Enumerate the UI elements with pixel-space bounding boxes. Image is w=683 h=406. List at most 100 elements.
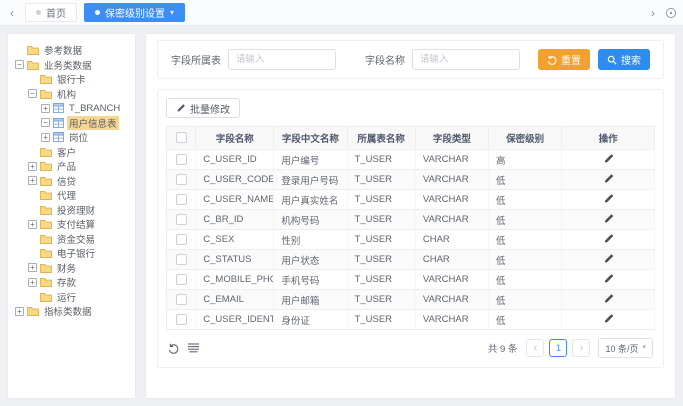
tree-node[interactable]: 银行卡 xyxy=(13,72,133,87)
tree-node[interactable]: + 岗位 xyxy=(13,130,133,145)
tree-node[interactable]: 代理 xyxy=(13,188,133,203)
expander-spacer xyxy=(15,46,24,55)
folder-icon xyxy=(27,306,39,316)
cell-table-name: T_USER xyxy=(347,190,415,210)
expand-plus-icon[interactable]: + xyxy=(28,278,37,287)
row-checkbox[interactable] xyxy=(176,254,187,265)
next-page-button[interactable]: › xyxy=(572,339,590,357)
expand-plus-icon[interactable]: + xyxy=(28,263,37,272)
tree-node-label[interactable]: 支付结算 xyxy=(55,217,97,231)
cell-field-name: C_MOBILE_PHONE xyxy=(196,270,274,290)
collapse-minus-icon[interactable]: − xyxy=(28,89,37,98)
prev-page-button[interactable]: ‹ xyxy=(526,339,544,357)
tree-node-label[interactable]: 代理 xyxy=(55,188,78,202)
expander-spacer xyxy=(28,75,37,84)
tab-menu-icon[interactable] xyxy=(665,7,677,19)
column-settings-icon[interactable] xyxy=(188,343,199,353)
chevron-down-icon[interactable]: ▾ xyxy=(170,9,174,17)
tree-node-label[interactable]: 岗位 xyxy=(67,130,90,144)
row-checkbox[interactable] xyxy=(176,154,187,165)
row-checkbox[interactable] xyxy=(176,174,187,185)
tree-node-label[interactable]: 用户信息表 xyxy=(67,116,119,130)
row-checkbox[interactable] xyxy=(176,194,187,205)
tab-home-label: 首页 xyxy=(46,5,66,20)
tree-node[interactable]: 资金交易 xyxy=(13,232,133,247)
tab-dot-icon xyxy=(36,10,41,15)
tree-node[interactable]: + 产品 xyxy=(13,159,133,174)
tree-node[interactable]: + T_BRANCH xyxy=(13,101,133,116)
field-name-input[interactable] xyxy=(412,49,520,70)
tree-node[interactable]: 投资理财 xyxy=(13,203,133,218)
tree-node-label[interactable]: 产品 xyxy=(55,159,78,173)
edit-pencil-icon[interactable] xyxy=(603,293,614,304)
edit-pencil-icon[interactable] xyxy=(603,213,614,224)
expand-plus-icon[interactable]: + xyxy=(28,176,37,185)
tree-node[interactable]: + 支付结算 xyxy=(13,217,133,232)
row-checkbox[interactable] xyxy=(176,314,187,325)
tree-node[interactable]: + 财务 xyxy=(13,261,133,276)
edit-pencil-icon[interactable] xyxy=(603,253,614,264)
tree-node[interactable]: 客户 xyxy=(13,145,133,160)
tree-node[interactable]: + 信贷 xyxy=(13,174,133,189)
edit-pencil-icon[interactable] xyxy=(603,313,614,324)
tree-node-label[interactable]: 电子银行 xyxy=(55,246,97,260)
tree-node-label[interactable]: 银行卡 xyxy=(55,72,88,86)
expand-plus-icon[interactable]: + xyxy=(41,104,50,113)
tree-node-label[interactable]: 指标类数据 xyxy=(42,304,94,318)
expand-plus-icon[interactable]: + xyxy=(41,133,50,142)
tree-node[interactable]: + 指标类数据 xyxy=(13,304,133,319)
table-footer: 共 9 条 ‹ 1 › 10 条/页 ▾ xyxy=(166,338,655,358)
tabs-scroll-left-icon[interactable]: ‹ xyxy=(6,6,18,20)
row-checkbox[interactable] xyxy=(176,234,187,245)
tree-node[interactable]: 运行 xyxy=(13,290,133,305)
select-all-checkbox[interactable] xyxy=(176,132,187,143)
tree-node-label[interactable]: 客户 xyxy=(55,145,78,159)
expand-plus-icon[interactable]: + xyxy=(28,220,37,229)
tree-node[interactable]: − 业务类数据 xyxy=(13,58,133,73)
tabs-scroll-right-icon[interactable]: › xyxy=(647,6,659,20)
tree-node-label[interactable]: 信贷 xyxy=(55,174,78,188)
batch-edit-button[interactable]: 批量修改 xyxy=(166,98,240,118)
search-icon xyxy=(607,55,617,65)
tree-node[interactable]: 电子银行 xyxy=(13,246,133,261)
page-size-select[interactable]: 10 条/页 ▾ xyxy=(598,338,653,358)
search-button[interactable]: 搜索 xyxy=(598,49,650,70)
tree-node-label[interactable]: 机构 xyxy=(55,87,78,101)
edit-pencil-icon[interactable] xyxy=(603,153,614,164)
cell-field-name: C_EMAIL xyxy=(196,290,274,310)
collapse-minus-icon[interactable]: − xyxy=(41,118,50,127)
tree-node-label[interactable]: 参考数据 xyxy=(42,43,84,57)
tree-node-label[interactable]: 资金交易 xyxy=(55,232,97,246)
row-checkbox[interactable] xyxy=(176,214,187,225)
tree-node-label[interactable]: 财务 xyxy=(55,261,78,275)
tree-node-label[interactable]: 投资理财 xyxy=(55,203,97,217)
refresh-icon[interactable] xyxy=(168,343,179,354)
reset-button[interactable]: 重置 xyxy=(538,49,590,70)
row-checkbox[interactable] xyxy=(176,294,187,305)
tree-node[interactable]: + 存款 xyxy=(13,275,133,290)
cell-field-name: C_USER_CODE xyxy=(196,170,274,190)
tab-home[interactable]: 首页 xyxy=(25,3,77,22)
edit-pencil-icon[interactable] xyxy=(603,273,614,284)
tree-node-label[interactable]: 存款 xyxy=(55,275,78,289)
row-checkbox[interactable] xyxy=(176,274,187,285)
tree-node-label[interactable]: 运行 xyxy=(55,290,78,304)
current-page-button[interactable]: 1 xyxy=(549,339,567,357)
tree-node-label[interactable]: T_BRANCH xyxy=(67,103,122,114)
tab-security-level-settings[interactable]: 保密级别设置 ▾ xyxy=(84,3,185,22)
folder-icon xyxy=(40,89,52,99)
tree-node[interactable]: − 机构 xyxy=(13,87,133,102)
expand-plus-icon[interactable]: + xyxy=(28,162,37,171)
cell-field-cname: 用户真实姓名 xyxy=(274,190,347,210)
tree-node[interactable]: 参考数据 xyxy=(13,43,133,58)
expand-plus-icon[interactable]: + xyxy=(15,307,24,316)
edit-pencil-icon[interactable] xyxy=(603,173,614,184)
field-table-input[interactable] xyxy=(228,49,336,70)
expander-spacer xyxy=(28,234,37,243)
edit-pencil-icon[interactable] xyxy=(603,193,614,204)
tree-node-label[interactable]: 业务类数据 xyxy=(42,58,94,72)
edit-pencil-icon[interactable] xyxy=(603,233,614,244)
expander-spacer xyxy=(28,292,37,301)
collapse-minus-icon[interactable]: − xyxy=(15,60,24,69)
tree-node[interactable]: − 用户信息表 xyxy=(13,116,133,131)
